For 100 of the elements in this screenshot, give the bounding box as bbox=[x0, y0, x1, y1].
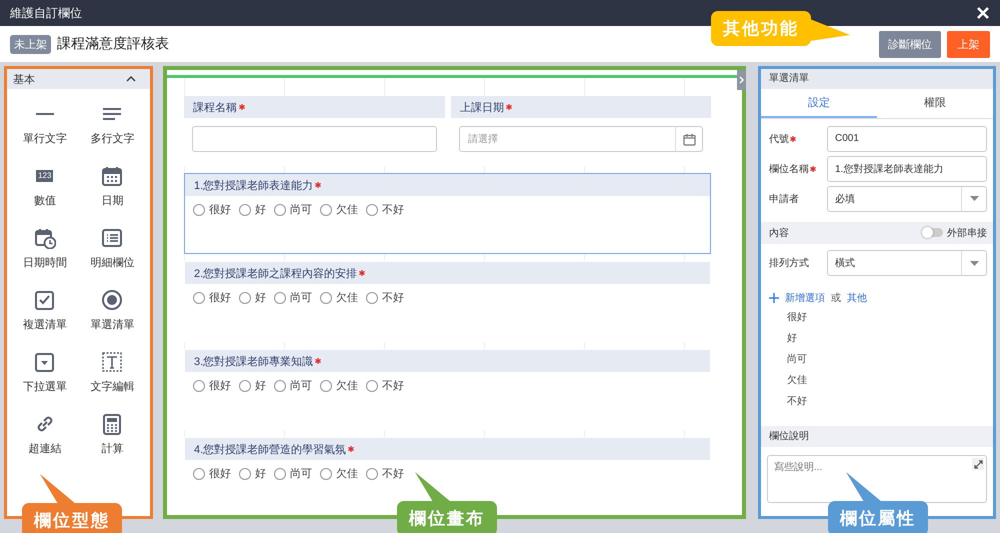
option-label: 很好 bbox=[209, 467, 231, 481]
field-type-item[interactable]: 123 數值 bbox=[34, 161, 56, 212]
plus-icon bbox=[769, 292, 779, 302]
group-header[interactable]: 基本 bbox=[7, 69, 150, 89]
field-type-item[interactable]: 日期 bbox=[101, 161, 124, 212]
option-label: 很好 bbox=[209, 379, 231, 393]
status-badge: 未上架 bbox=[10, 34, 51, 54]
radio-button[interactable] bbox=[274, 468, 286, 480]
option-label: 好 bbox=[255, 467, 266, 481]
collapse-handle[interactable] bbox=[737, 70, 746, 90]
field-type-item[interactable]: 單行文字 bbox=[22, 99, 67, 150]
description-field[interactable]: 寫些說明... bbox=[767, 455, 987, 503]
field-label: 課程名稱 bbox=[193, 100, 237, 114]
radio-button[interactable] bbox=[239, 292, 251, 304]
option-label: 好 bbox=[255, 379, 266, 393]
section-label: 欄位說明 bbox=[769, 430, 809, 444]
text-input[interactable]: 1.您對授課老師表達能力 bbox=[827, 156, 987, 182]
option-item[interactable]: 不好 bbox=[787, 390, 993, 412]
calendar-icon bbox=[682, 132, 696, 146]
radio-button[interactable] bbox=[193, 204, 205, 216]
radio-button[interactable] bbox=[320, 204, 332, 216]
radio-button[interactable] bbox=[366, 292, 378, 304]
field-type-item[interactable]: 單選清單 bbox=[90, 285, 134, 336]
dropdown-arrow-icon bbox=[970, 260, 978, 266]
question-block[interactable]: 3.您對授課老師專業知識 很好 好 尚可 欠佳 不好 bbox=[184, 349, 711, 430]
text-field[interactable] bbox=[192, 126, 437, 152]
radio-button[interactable] bbox=[274, 380, 286, 392]
radio-icon bbox=[101, 289, 124, 311]
radio-button[interactable] bbox=[366, 468, 378, 480]
field-label: 欄位名稱 bbox=[769, 162, 809, 176]
field-label: 代號 bbox=[769, 132, 789, 146]
toggle-label: 外部串接 bbox=[947, 226, 987, 240]
option-label: 不好 bbox=[382, 467, 404, 481]
radio-button[interactable] bbox=[274, 204, 286, 216]
close-button[interactable] bbox=[976, 6, 990, 20]
radio-button[interactable] bbox=[320, 292, 332, 304]
field-type-item[interactable]: 多行文字 bbox=[90, 99, 134, 150]
radio-button[interactable] bbox=[366, 380, 378, 392]
radio-button[interactable] bbox=[366, 204, 378, 216]
line-icon bbox=[36, 113, 54, 115]
option-label: 不好 bbox=[382, 379, 404, 393]
text-input[interactable]: C001 bbox=[827, 126, 987, 152]
select-field[interactable]: 橫式 bbox=[827, 250, 987, 276]
text-frame-icon bbox=[101, 351, 124, 373]
dropdown-icon bbox=[34, 351, 56, 373]
option-label: 尚可 bbox=[290, 379, 312, 393]
number-icon: 123 bbox=[36, 170, 54, 182]
calendar-clock-icon bbox=[34, 227, 56, 249]
field-type-item[interactable]: 下拉選單 bbox=[22, 347, 67, 398]
question-block[interactable]: 2.您對授課老師之課程內容的安排 很好 好 尚可 欠佳 不好 bbox=[184, 261, 711, 342]
add-option-link[interactable]: 新增選項 bbox=[785, 290, 825, 304]
field-label: 上課日期 bbox=[460, 100, 504, 114]
radio-button[interactable] bbox=[193, 292, 205, 304]
field-type-item[interactable]: 明細欄位 bbox=[90, 223, 134, 274]
radio-button[interactable] bbox=[320, 468, 332, 480]
expand-button[interactable] bbox=[972, 458, 984, 470]
diagnose-button[interactable]: 診斷欄位 bbox=[879, 30, 941, 58]
option-item[interactable]: 好 bbox=[787, 328, 993, 348]
option-label: 好 bbox=[255, 291, 266, 305]
option-label: 欠佳 bbox=[336, 379, 358, 393]
field-type-item[interactable]: 文字編輯 bbox=[90, 347, 134, 398]
option-item[interactable]: 尚可 bbox=[787, 348, 993, 370]
option-label: 很好 bbox=[209, 291, 231, 305]
field-label: 1.您對授課老師表達能力 bbox=[194, 178, 314, 192]
calculator-icon bbox=[101, 413, 124, 435]
separator-text: 或 bbox=[831, 292, 841, 304]
dropdown-arrow-icon bbox=[970, 196, 978, 201]
option-item[interactable]: 欠佳 bbox=[787, 370, 993, 390]
select-field[interactable]: 必填 bbox=[827, 186, 987, 212]
option-item[interactable]: 很好 bbox=[787, 306, 993, 328]
field-label: 申請者 bbox=[769, 192, 799, 206]
radio-button[interactable] bbox=[193, 468, 205, 480]
field-label: 3.您對授課老師專業知識 bbox=[194, 354, 314, 368]
question-block[interactable]: 1.您對授課老師表達能力 很好 好 尚可 欠佳 不好 bbox=[184, 173, 711, 254]
option-label: 尚可 bbox=[290, 467, 312, 481]
toggle-switch[interactable] bbox=[923, 228, 943, 238]
radio-button[interactable] bbox=[239, 204, 251, 216]
option-label: 很好 bbox=[209, 203, 231, 217]
section-label: 內容 bbox=[769, 226, 789, 240]
field-type-item[interactable]: 超連結 bbox=[28, 409, 62, 460]
chevron-right-icon bbox=[739, 76, 744, 84]
calendar-icon bbox=[101, 165, 124, 187]
field-label: 4.您對授課老師營造的學習氣氛 bbox=[194, 442, 346, 456]
option-label: 尚可 bbox=[290, 203, 312, 217]
radio-button[interactable] bbox=[274, 292, 286, 304]
field-type-item[interactable]: 複選清單 bbox=[22, 285, 67, 336]
radio-button[interactable] bbox=[193, 380, 205, 392]
option-label: 欠佳 bbox=[336, 467, 358, 481]
option-label: 好 bbox=[255, 203, 266, 217]
checkbox-icon bbox=[34, 289, 56, 311]
radio-button[interactable] bbox=[320, 380, 332, 392]
option-label: 欠佳 bbox=[336, 203, 358, 217]
form-title: 課程滿意度評核表 bbox=[57, 35, 169, 53]
option-label: 尚可 bbox=[290, 291, 312, 305]
field-type-item[interactable]: 計算 bbox=[101, 409, 124, 460]
expand-icon bbox=[974, 460, 982, 468]
radio-button[interactable] bbox=[239, 380, 251, 392]
other-option-link[interactable]: 其他 bbox=[847, 290, 867, 304]
field-type-item[interactable]: 日期時間 bbox=[22, 223, 67, 274]
radio-button[interactable] bbox=[239, 468, 251, 480]
